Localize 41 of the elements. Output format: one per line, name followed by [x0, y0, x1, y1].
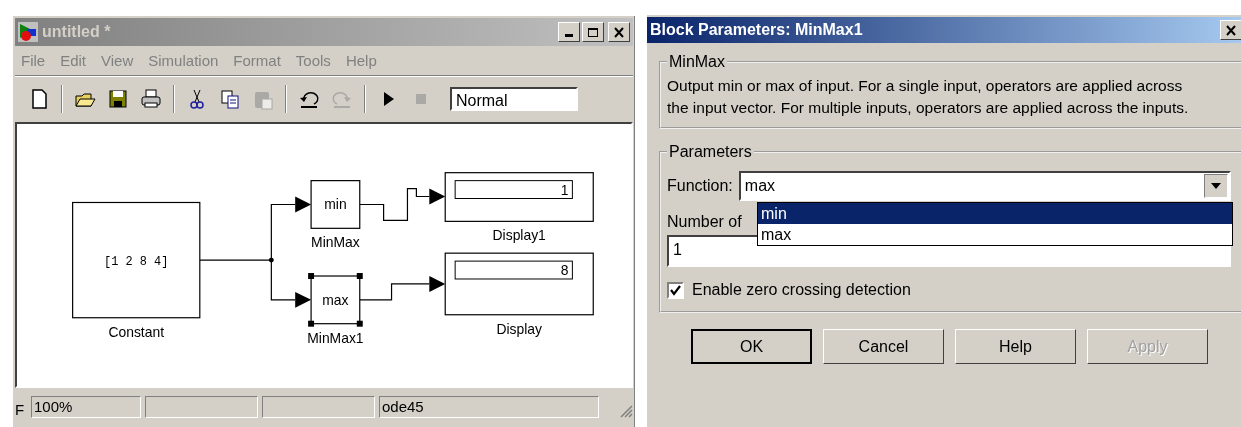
window-title: Block Parameters: MinMax1 — [650, 21, 864, 39]
solver-status: ode45 — [379, 396, 599, 418]
field-label: Function: — [667, 177, 733, 195]
constant-block[interactable] — [72, 201, 201, 319]
block-label: Display1 — [492, 227, 546, 244]
function-dropdown[interactable]: max — [738, 171, 1231, 201]
block-label: MinMax1 — [307, 329, 364, 346]
display-value: 8 — [560, 262, 569, 278]
close-icon — [1225, 24, 1237, 36]
block-text: max — [322, 291, 349, 308]
block-label: MinMax — [311, 234, 360, 251]
checkmark-icon — [670, 284, 681, 296]
block-text: [1 2 8 4] — [104, 255, 169, 270]
zoom-status: 100% — [31, 396, 141, 418]
dialog-button[interactable]: Help — [955, 329, 1076, 364]
mode-field[interactable]: Normal — [450, 87, 578, 111]
group-title: Parameters — [668, 143, 753, 161]
display-value: 1 — [560, 181, 569, 198]
minmax-block[interactable] — [310, 180, 361, 229]
close-icon — [613, 26, 625, 38]
app-icon — [18, 22, 38, 42]
block-label: Constant — [108, 323, 165, 340]
status-text: F — [15, 401, 26, 418]
dropdown-option[interactable]: min — [758, 203, 1232, 224]
close-button[interactable] — [1220, 20, 1241, 40]
description-text: Output min or max of input. For a single input, operators are applied across the input vector. For multiple inputs, operators are applied across the inputs. — [667, 76, 1190, 118]
block-text: min — [324, 196, 347, 213]
minimize-icon — [565, 34, 573, 37]
checkbox-label: Enable zero crossing detection — [692, 281, 911, 299]
resize-grip-icon — [619, 404, 633, 418]
block-label: Display — [496, 320, 542, 337]
minmax-block[interactable] — [308, 273, 363, 327]
copy-icon — [219, 88, 241, 110]
field-label: Number of — [667, 213, 742, 231]
printer-icon — [140, 88, 162, 110]
group-title: MinMax — [668, 53, 726, 71]
dialog-button[interactable]: OK — [691, 329, 812, 364]
checkbox[interactable] — [667, 281, 684, 299]
dialog-button[interactable]: Cancel — [823, 329, 944, 364]
maximize-icon — [587, 26, 599, 38]
window-title: untitled * — [42, 23, 112, 41]
